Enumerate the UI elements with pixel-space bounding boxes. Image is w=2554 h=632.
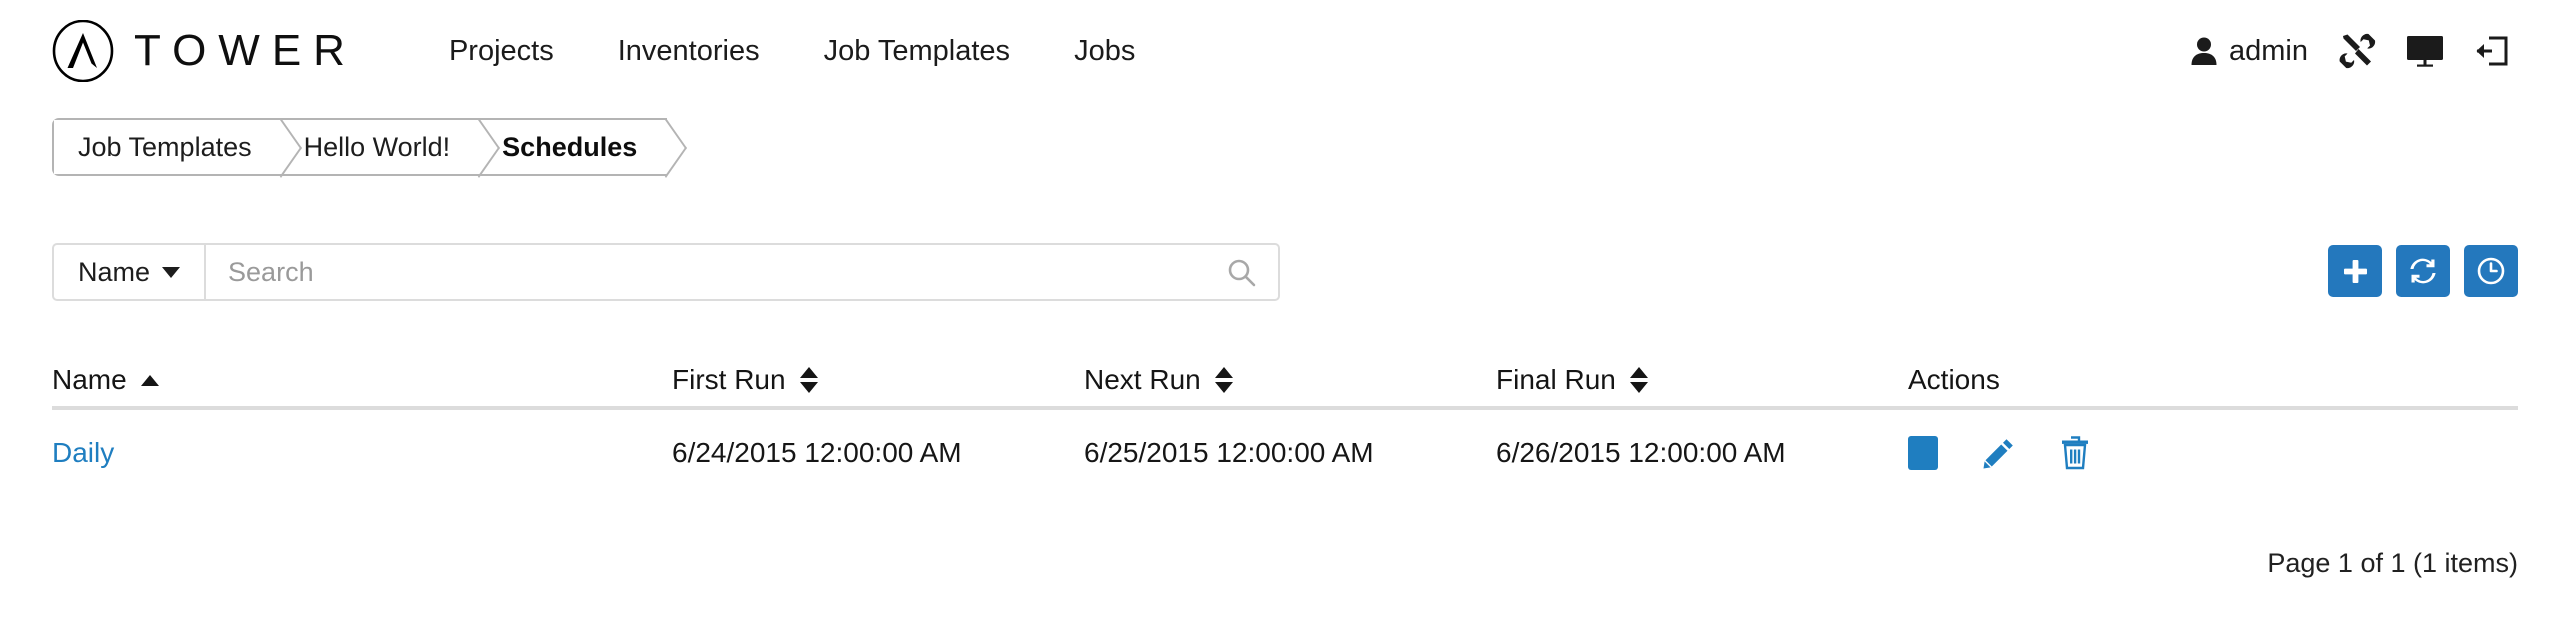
add-schedule-button[interactable] <box>2328 245 2382 297</box>
cell-actions <box>1908 436 2468 470</box>
main-nav: Projects Inventories Job Templates Jobs <box>417 27 1167 76</box>
table-header-row: Name First Run Next Run Final Run Action… <box>52 348 2518 410</box>
username-label: admin <box>2229 34 2308 67</box>
cell-name: Daily <box>52 437 672 469</box>
monitor-icon[interactable] <box>2406 35 2444 67</box>
schedules-table: Name First Run Next Run Final Run Action… <box>52 348 2518 496</box>
nav-item-inventories[interactable]: Inventories <box>586 27 792 76</box>
stop-block-icon <box>1908 436 1938 470</box>
top-navigation-bar: TOWER Projects Inventories Job Templates… <box>0 0 2554 102</box>
delete-schedule-action[interactable] <box>2060 436 2090 470</box>
trash-icon <box>2062 436 2088 470</box>
schedule-name-link[interactable]: Daily <box>52 437 114 469</box>
search-icon[interactable] <box>1227 258 1256 287</box>
schedules-page: TOWER Projects Inventories Job Templates… <box>0 0 2554 632</box>
pagination-status: Page 1 of 1 (1 items) <box>2267 548 2518 578</box>
nav-item-jobs[interactable]: Jobs <box>1042 27 1167 76</box>
breadcrumb: Job Templates Hello World! Schedules <box>52 118 668 176</box>
refresh-icon <box>2410 258 2436 284</box>
column-header-final-run-label: Final Run <box>1496 364 1616 395</box>
edit-schedule-action[interactable] <box>1982 436 2016 470</box>
table-row: Daily 6/24/2015 12:00:00 AM 6/25/2015 12… <box>52 410 2518 496</box>
ansible-a-logo-icon <box>52 20 114 82</box>
current-user[interactable]: admin <box>2191 35 2308 68</box>
nav-item-projects[interactable]: Projects <box>417 27 586 76</box>
search-field-selector-label: Name <box>78 256 151 287</box>
search-field-selector[interactable]: Name <box>54 245 207 299</box>
toggle-schedule-action[interactable] <box>1908 436 1938 470</box>
row-action-group <box>1908 436 2090 470</box>
schedule-toggle-button[interactable] <box>2464 245 2518 297</box>
cell-next-run: 6/25/2015 12:00:00 AM <box>1084 437 1374 468</box>
search-input-wrapper <box>206 245 1278 299</box>
refresh-button[interactable] <box>2396 245 2450 297</box>
cell-final-run: 6/26/2015 12:00:00 AM <box>1496 437 1786 468</box>
breadcrumb-item-job-templates[interactable]: Job Templates <box>54 120 282 174</box>
breadcrumb-item-hello-world[interactable]: Hello World! <box>281 120 481 174</box>
column-header-actions-label: Actions <box>1908 364 2000 395</box>
column-header-name-label: Name <box>52 364 127 395</box>
toolbar-actions <box>2328 245 2518 297</box>
tools-icon[interactable] <box>2338 32 2376 70</box>
sort-toggle-icon <box>1214 367 1233 393</box>
pencil-icon <box>1983 439 2013 469</box>
account-area: admin <box>2191 0 2508 102</box>
column-header-final-run[interactable]: Final Run <box>1496 364 1908 406</box>
breadcrumb-item-schedules: Schedules <box>480 120 668 174</box>
clock-icon <box>2477 257 2505 285</box>
column-header-name[interactable]: Name <box>52 364 672 406</box>
sort-toggle-icon <box>799 367 818 393</box>
column-header-first-run-label: First Run <box>672 364 786 395</box>
plus-icon <box>2343 259 2367 283</box>
search-input[interactable] <box>206 245 1278 299</box>
logout-icon[interactable] <box>2474 35 2508 67</box>
nav-item-job-templates[interactable]: Job Templates <box>792 27 1042 76</box>
chevron-down-icon <box>162 266 181 278</box>
cell-first-run: 6/24/2015 12:00:00 AM <box>672 437 962 468</box>
column-header-first-run[interactable]: First Run <box>672 364 1084 406</box>
sort-ascending-icon <box>140 374 159 386</box>
sort-toggle-icon <box>1629 367 1648 393</box>
brand-logo[interactable]: TOWER <box>52 20 357 82</box>
user-icon <box>2191 37 2217 65</box>
column-header-next-run[interactable]: Next Run <box>1084 364 1496 406</box>
search-bar: Name <box>52 243 1280 301</box>
column-header-next-run-label: Next Run <box>1084 364 1201 395</box>
column-header-actions: Actions <box>1908 364 2468 406</box>
brand-name: TOWER <box>134 26 357 75</box>
